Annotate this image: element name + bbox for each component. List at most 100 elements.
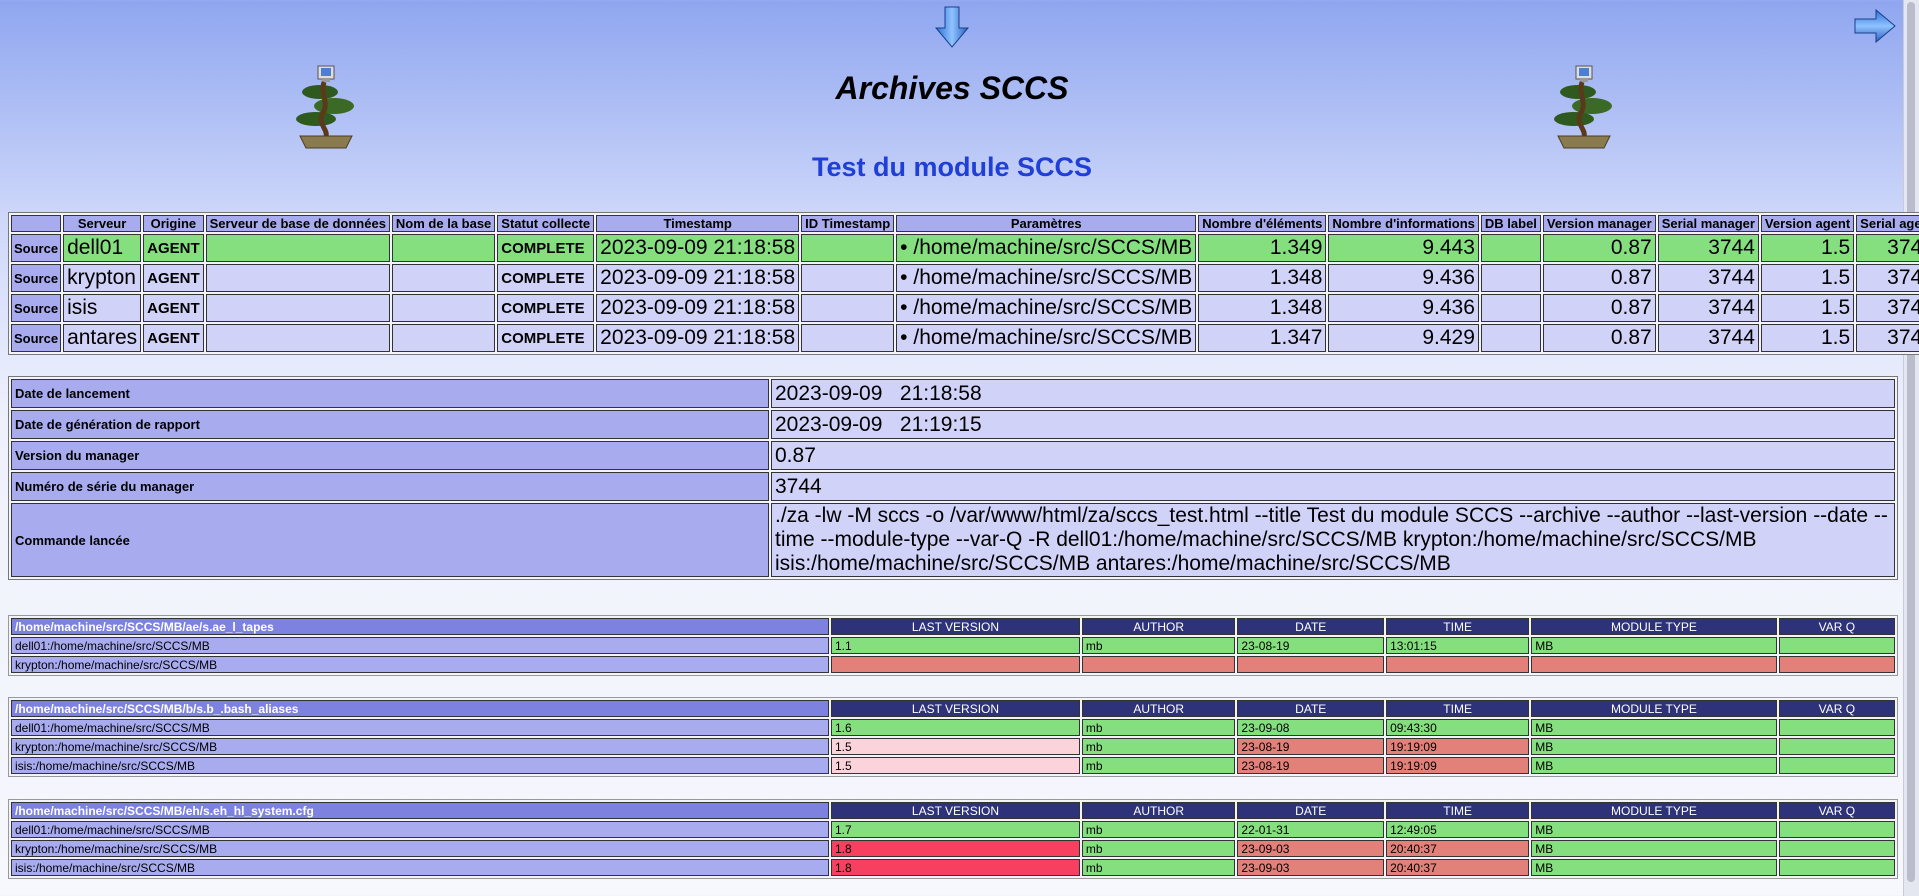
- arrow-right-icon[interactable]: [1854, 8, 1896, 49]
- status-cell: COMPLETE: [497, 324, 595, 352]
- module-path: /home/machine/src/SCCS/MB/ae/s.ae_l_tape…: [11, 618, 829, 635]
- db-label-cell: [1480, 234, 1541, 262]
- module-type-cell: MB: [1531, 637, 1777, 654]
- var-q-cell: [1778, 859, 1895, 876]
- time-cell: 13:01:15: [1386, 637, 1530, 654]
- serial-agent-cell: 3746: [1856, 324, 1919, 352]
- module-col-header: MODULE TYPE: [1531, 618, 1777, 635]
- launch-date-value: 2023-09-09 21:18:58: [771, 379, 1895, 408]
- source-row: Source dell01 AGENT COMPLETE 2023-09-09 …: [11, 234, 1919, 262]
- version-manager-cell: 0.87: [1542, 294, 1656, 322]
- info-row: Commande lancée ./za -lw -M sccs -o /var…: [11, 503, 1895, 577]
- manager-version-label: Version du manager: [11, 441, 769, 470]
- module-col-header: AUTHOR: [1081, 700, 1236, 717]
- last-version-cell: 1.8: [831, 840, 1080, 857]
- time-cell: 19:19:09: [1386, 738, 1530, 755]
- origin-cell: AGENT: [143, 294, 204, 322]
- col-header: Statut collecte: [497, 215, 595, 232]
- scrollbar-thumb[interactable]: [1907, 2, 1915, 882]
- time-cell: 20:40:37: [1386, 840, 1530, 857]
- page-title: Archives SCCS: [835, 70, 1069, 106]
- module-col-header: AUTHOR: [1081, 802, 1236, 819]
- infos-cell: 9.436: [1328, 294, 1479, 322]
- date-cell: 23-09-03: [1237, 840, 1385, 857]
- serial-agent-cell: 3746: [1856, 294, 1919, 322]
- origin-cell: AGENT: [143, 264, 204, 292]
- command-value: ./za -lw -M sccs -o /var/www/html/za/scc…: [771, 503, 1895, 577]
- module-row: dell01:/home/machine/src/SCCS/MB 1.7 mb 22-…: [11, 821, 1895, 838]
- timestamp-cell: 2023-09-09 21:18:58: [596, 264, 800, 292]
- timestamp-cell: 2023-09-09 21:18:58: [596, 324, 800, 352]
- author-cell: mb: [1081, 757, 1236, 774]
- serial-manager-cell: 3744: [1657, 264, 1759, 292]
- module-row: krypton:/home/machine/src/SCCS/MB: [11, 656, 1895, 673]
- status-cell: COMPLETE: [497, 234, 595, 262]
- info-row: Date de génération de rapport 2023-09-09…: [11, 410, 1895, 439]
- module-col-header: TIME: [1386, 802, 1530, 819]
- timestamp-cell: 2023-09-09 21:18:58: [596, 294, 800, 322]
- host-cell: krypton:/home/machine/src/SCCS/MB: [11, 840, 829, 857]
- status-cell: COMPLETE: [497, 294, 595, 322]
- var-q-cell: [1778, 719, 1895, 736]
- version-agent-cell: 1.5: [1760, 324, 1855, 352]
- module-header-row: /home/machine/src/SCCS/MB/ae/s.ae_l_tape…: [11, 618, 1895, 635]
- date-cell: 23-09-03: [1237, 859, 1385, 876]
- module-col-header: VAR Q: [1778, 618, 1895, 635]
- module-header-row: /home/machine/src/SCCS/MB/eh/s.eh_hl_sys…: [11, 802, 1895, 819]
- col-header: Serial manager: [1657, 215, 1759, 232]
- status-cell: COMPLETE: [497, 264, 595, 292]
- id-timestamp-cell: [801, 264, 895, 292]
- var-q-cell: [1778, 656, 1895, 673]
- source-row: Source antares AGENT COMPLETE 2023-09-09…: [11, 324, 1919, 352]
- manager-serial-label: Numéro de série du manager: [11, 472, 769, 501]
- host-cell: krypton:/home/machine/src/SCCS/MB: [11, 656, 829, 673]
- arrow-down-icon[interactable]: [934, 6, 970, 53]
- var-q-cell: [1778, 738, 1895, 755]
- time-cell: 12:49:05: [1386, 821, 1530, 838]
- module-type-cell: MB: [1531, 757, 1777, 774]
- col-header: Serial agent: [1856, 215, 1919, 232]
- last-version-cell: 1.6: [831, 719, 1080, 736]
- last-version-cell: 1.5: [831, 738, 1080, 755]
- manager-serial-value: 3744: [771, 472, 1895, 501]
- launch-date-label: Date de lancement: [11, 379, 769, 408]
- col-header: DB label: [1480, 215, 1541, 232]
- serial-agent-cell: 3746: [1856, 264, 1919, 292]
- command-label: Commande lancée: [11, 503, 769, 577]
- last-version-cell: 1.5: [831, 757, 1080, 774]
- db-name-cell: [391, 294, 496, 322]
- module-row: isis:/home/machine/src/SCCS/MB 1.8 mb 23-09…: [11, 859, 1895, 876]
- date-cell: 23-08-19: [1237, 757, 1385, 774]
- time-cell: 19:19:09: [1386, 757, 1530, 774]
- module-col-header: LAST VERSION: [831, 700, 1080, 717]
- db-name-cell: [391, 324, 496, 352]
- manager-version-value: 0.87: [771, 441, 1895, 470]
- info-row: Version du manager 0.87: [11, 441, 1895, 470]
- id-timestamp-cell: [801, 234, 895, 262]
- module-row: krypton:/home/machine/src/SCCS/MB 1.8 mb 23…: [11, 840, 1895, 857]
- info-row: Numéro de série du manager 3744: [11, 472, 1895, 501]
- page-subtitle: Test du module SCCS: [811, 152, 1093, 182]
- module-type-cell: MB: [1531, 719, 1777, 736]
- author-cell: [1081, 656, 1236, 673]
- vertical-scrollbar[interactable]: [1903, 0, 1919, 896]
- serial-agent-cell: 3746: [1856, 234, 1919, 262]
- server-cell: dell01: [63, 234, 142, 262]
- var-q-cell: [1778, 821, 1895, 838]
- timestamp-cell: 2023-09-09 21:18:58: [596, 234, 800, 262]
- source-row: Source isis AGENT COMPLETE 2023-09-09 21…: [11, 294, 1919, 322]
- module-type-cell: MB: [1531, 821, 1777, 838]
- var-q-cell: [1778, 840, 1895, 857]
- var-q-cell: [1778, 757, 1895, 774]
- module-col-header: MODULE TYPE: [1531, 802, 1777, 819]
- module-col-header: TIME: [1386, 618, 1530, 635]
- server-cell: isis: [63, 294, 142, 322]
- module-col-header: DATE: [1237, 618, 1385, 635]
- date-cell: 23-09-08: [1237, 719, 1385, 736]
- module-table: /home/machine/src/SCCS/MB/eh/s.eh_hl_sys…: [8, 799, 1898, 879]
- version-agent-cell: 1.5: [1760, 264, 1855, 292]
- author-cell: mb: [1081, 719, 1236, 736]
- version-agent-cell: 1.5: [1760, 294, 1855, 322]
- date-cell: 23-08-19: [1237, 637, 1385, 654]
- module-col-header: AUTHOR: [1081, 618, 1236, 635]
